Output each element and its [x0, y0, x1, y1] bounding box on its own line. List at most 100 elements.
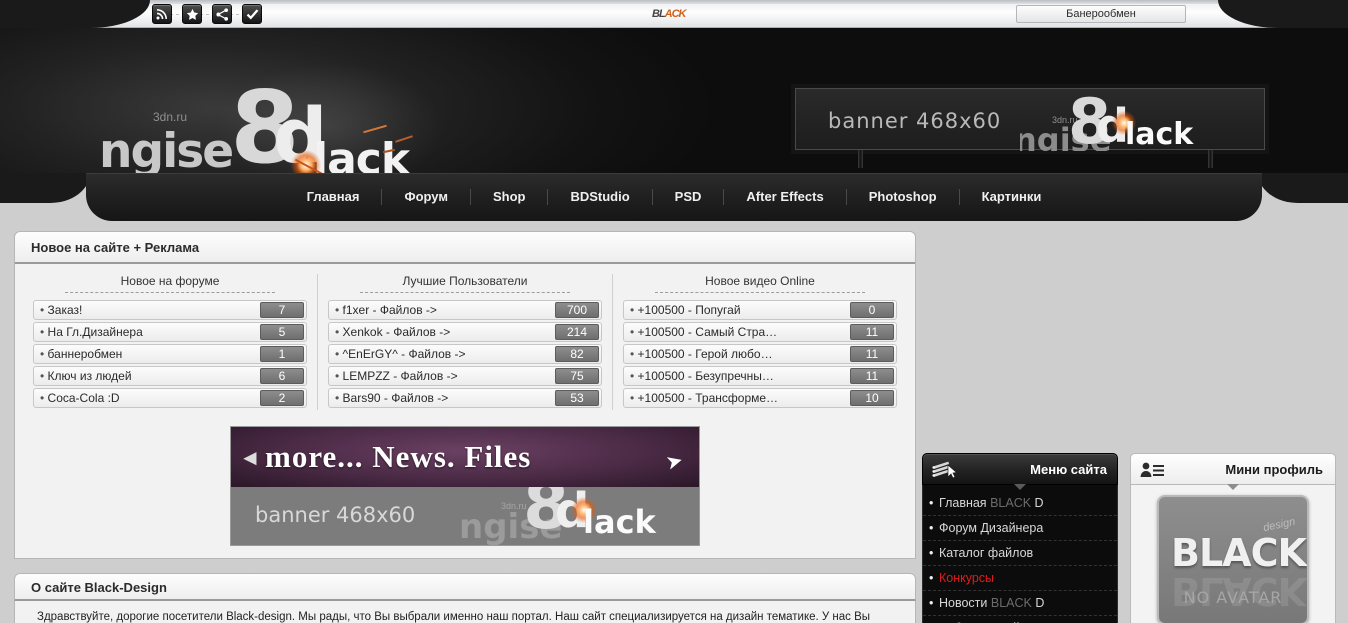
- site-menu-header: Меню сайта: [922, 453, 1118, 485]
- list-item-label: Ключ из людей: [40, 369, 132, 383]
- mid-banner-placeholder: banner 468x60: [255, 503, 416, 527]
- list-item[interactable]: Coca-Cola :D 2: [33, 388, 307, 408]
- nav-item-2[interactable]: Shop: [471, 189, 549, 205]
- site-menu-item-0[interactable]: Главная BLACK D: [923, 491, 1117, 516]
- list-item[interactable]: +100500 - Трансформе… 10: [623, 388, 897, 408]
- list-item[interactable]: Ключ из людей 6: [33, 366, 307, 386]
- site-menu-item-2[interactable]: Каталог файлов: [923, 541, 1117, 566]
- banner-hook-left: [858, 150, 863, 168]
- about-body: Здравствуйте, дорогие посетители Black-d…: [14, 601, 916, 623]
- new-on-site-body: Новое на форуме Заказ! 7 На Гл.Дизайнера 5 ба…: [15, 264, 915, 558]
- list-item[interactable]: f1xer - Файлов -> 700: [328, 300, 602, 320]
- nav-item-6[interactable]: Photoshop: [847, 189, 960, 205]
- nav-right-cap: [1258, 173, 1348, 203]
- stats-column-2: Новое видео Online+100500 - Попугай0+100…: [613, 274, 907, 410]
- site-menu-item-1[interactable]: Форум Дизайнера: [923, 516, 1117, 541]
- check-icon[interactable]: [242, 4, 262, 24]
- site-menu-item-label: Главная: [939, 496, 991, 510]
- list-item[interactable]: ^EnErGY^ - Файлов -> 82: [328, 344, 602, 364]
- share-icon[interactable]: [212, 4, 232, 24]
- list-item-count: 75: [555, 368, 599, 384]
- list-item-count: 7: [260, 302, 304, 318]
- list-item-label: ^EnErGY^ - Файлов ->: [335, 347, 466, 361]
- site-menu-item-3[interactable]: Конкурсы: [923, 566, 1117, 591]
- list-item[interactable]: На Гл.Дизайнера 5: [33, 322, 307, 342]
- list-item-label: +100500 - Герой любо…: [630, 347, 773, 361]
- site-menu-item-label: Новости: [939, 596, 991, 610]
- list-item-count: 1: [260, 346, 304, 362]
- list-item[interactable]: LEMPZZ - Файлов -> 75: [328, 366, 602, 386]
- new-on-site-title: Новое на сайте + Реклама: [15, 232, 915, 264]
- stats-column-divider: [655, 292, 865, 293]
- mini-profile-title: Мини профиль: [1225, 462, 1323, 477]
- star-icon[interactable]: [182, 4, 202, 24]
- nav-item-0[interactable]: Главная: [285, 189, 383, 205]
- list-item[interactable]: +100500 - Герой любо… 11: [623, 344, 897, 364]
- list-item[interactable]: +100500 - Попугай 0: [623, 300, 897, 320]
- mid-banner-lack: lack: [583, 503, 656, 541]
- list-item-count: 10: [850, 390, 894, 406]
- nav-item-1[interactable]: Форум: [382, 189, 471, 205]
- site-menu-item-label-muted: BLACK: [990, 496, 1032, 510]
- avatar[interactable]: design BLACK BLACK NO AVATAR: [1157, 495, 1309, 623]
- user-lines-icon: [1139, 460, 1165, 480]
- nav-left-cap: [0, 173, 90, 203]
- site-logo[interactable]: 8 d ngise 3dn.ru lack: [95, 62, 445, 192]
- stats-column-1: Лучшие Пользователи f1xer - Файлов -> 700 X…: [318, 274, 613, 410]
- right-sidebar: Мини профиль design BLACK BLACK NO AVATA…: [1130, 453, 1336, 623]
- list-item-count: 5: [260, 324, 304, 340]
- rss-icon[interactable]: [152, 4, 172, 24]
- list-item-count: 11: [850, 368, 894, 384]
- mid-banner[interactable]: ◄ more... News. Files ➤ banner 468x60 ng…: [230, 426, 700, 546]
- about-title: О сайте Black-Design: [14, 573, 916, 601]
- mid-banner-arrow-icon: ◄: [239, 445, 261, 470]
- list-item-label: На Гл.Дизайнера: [40, 325, 143, 339]
- site-menu-item-5[interactable]: Работы дизайнеров: [923, 616, 1117, 623]
- list-item-label: баннеробмен: [40, 347, 123, 361]
- nav-item-3[interactable]: BDStudio: [548, 189, 653, 205]
- list-item-count: 2: [260, 390, 304, 406]
- list-item[interactable]: +100500 - Безупречны… 11: [623, 366, 897, 386]
- page-root: BLACK Банерообмен 8 d ngise 3dn.ru lack …: [0, 0, 1348, 623]
- site-menu-list: Главная BLACK D Форум Дизайнера Каталог фа…: [923, 491, 1117, 623]
- about-line-1: Здравствуйте, дорогие посетители Black-d…: [37, 611, 871, 623]
- list-item[interactable]: Xenkok - Файлов -> 214: [328, 322, 602, 342]
- mini-profile-body: design BLACK BLACK NO AVATAR Понедельник…: [1130, 484, 1336, 623]
- site-menu-item-label-muted: BLACK: [990, 596, 1032, 610]
- list-item-label: LEMPZZ - Файлов ->: [335, 369, 458, 383]
- site-menu-item-4[interactable]: Новости BLACK D: [923, 591, 1117, 616]
- site-menu-item-label: Каталог файлов: [939, 546, 1034, 560]
- nav-item-4[interactable]: PSD: [653, 189, 725, 205]
- top-bar-left-cap: [0, 0, 150, 28]
- list-item-count: 53: [555, 390, 599, 406]
- avatar-no-avatar-text: NO AVATAR: [1183, 588, 1283, 607]
- mid-banner-headline: more... News. Files: [265, 439, 532, 474]
- list-item-label: +100500 - Самый Стра…: [630, 325, 778, 339]
- content-column: Новое на сайте + Реклама Новое на форуме…: [14, 231, 916, 623]
- list-item[interactable]: Bars90 - Файлов -> 53: [328, 388, 602, 408]
- list-item-count: 0: [850, 302, 894, 318]
- banner-exchange-button[interactable]: Банерообмен: [1016, 5, 1186, 23]
- list-item-label: +100500 - Трансформе…: [630, 391, 779, 405]
- mini-profile-notch: [1227, 484, 1239, 490]
- site-header: 8 d ngise 3dn.ru lack banner 468x60 ngis…: [0, 28, 1348, 192]
- dark-sidebar: Меню сайта Главная BLACK D Форум Дизайнер…: [922, 453, 1118, 623]
- about-panel: О сайте Black-Design Здравствуйте, дорог…: [14, 573, 916, 623]
- stats-column-divider: [360, 292, 570, 293]
- mid-banner-logo: ngise 3dn.ru 8 d lack: [459, 487, 693, 545]
- header-banner-logo: ngise 3dn.ru 8 d lack: [1020, 93, 1250, 151]
- stats-column-divider: [65, 292, 275, 293]
- header-banner-lack: lack: [1125, 117, 1194, 151]
- nav-item-5[interactable]: After Effects: [724, 189, 847, 205]
- list-item[interactable]: +100500 - Самый Стра… 11: [623, 322, 897, 342]
- header-banner[interactable]: banner 468x60 ngise 3dn.ru 8 d lack: [795, 88, 1265, 151]
- list-item-label: Coca-Cola :D: [40, 391, 120, 405]
- stats-column-title: Новое на форуме: [120, 274, 220, 288]
- stats-column-0: Новое на форуме Заказ! 7 На Гл.Дизайнера 5 ба…: [23, 274, 318, 410]
- list-item[interactable]: Заказ! 7: [33, 300, 307, 320]
- topbar-brand-part2: ACK: [664, 8, 687, 20]
- list-item-label: Xenkok - Файлов ->: [335, 325, 451, 339]
- list-item[interactable]: баннеробмен 1: [33, 344, 307, 364]
- topbar-brand-logo: BLACK: [652, 8, 687, 20]
- nav-item-7[interactable]: Картинки: [960, 189, 1064, 205]
